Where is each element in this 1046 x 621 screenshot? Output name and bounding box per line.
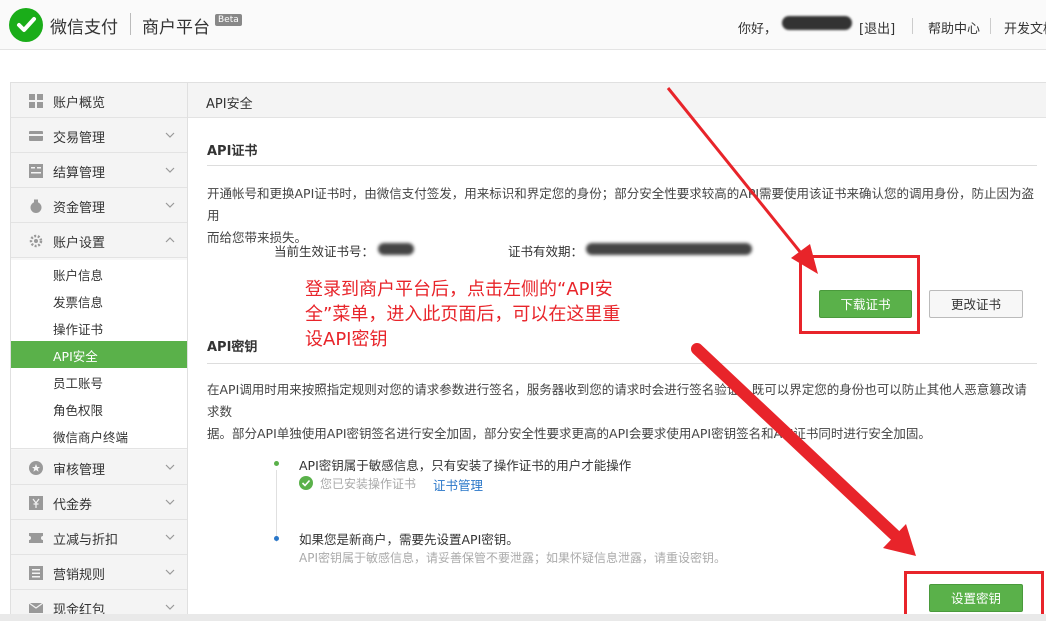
redacted-cert-validity: [586, 243, 752, 255]
sidebar-item-label: 账户设置: [53, 236, 106, 251]
current-cert-label: 当前生效证书号：: [274, 244, 375, 259]
ticket-icon: [29, 533, 43, 543]
chevron-down-icon: [165, 499, 175, 505]
chevron-down-icon: [165, 604, 175, 610]
sidebar-item-marketing-rules[interactable]: 营销规则: [11, 555, 187, 590]
chevron-down-icon: [165, 167, 175, 173]
top-header: 微信支付 商户平台 Beta 你好， [退出] 帮助中心 开发文档: [0, 0, 1046, 50]
cert-desc-line: 开通帐号和更换API证书时，由微信支付签发，用来标识和界定您的身份；部分安全性要…: [207, 186, 1035, 223]
platform-name: 商户平台: [142, 18, 210, 38]
header-divider: [912, 18, 913, 34]
sidebar-item-label: 营销规则: [53, 568, 106, 583]
annotation-line: 设API密钥: [305, 329, 388, 350]
yen-icon: [29, 496, 43, 510]
sidebar-subitem-label: 微信商户终端: [53, 430, 129, 445]
highlight-box-download: [799, 255, 920, 334]
step1-title: API密钥属于敏感信息，只有安装了操作证书的用户才能操作: [299, 458, 632, 473]
sidebar-subitem-label: 发票信息: [53, 295, 104, 310]
sidebar-item-label: 账户概览: [53, 96, 106, 111]
chevron-down-icon: [165, 569, 175, 575]
page-title: API安全: [206, 97, 253, 112]
sidebar-item-review[interactable]: 审核管理: [11, 450, 187, 485]
help-center-link[interactable]: 帮助中心: [928, 18, 980, 37]
chevron-up-icon: [165, 237, 175, 243]
ledger-icon: [29, 164, 43, 178]
key-desc-line: 在API调用时用来按照指定规则对您的请求参数进行签名，服务器收到您的请求时会进行…: [207, 382, 1027, 419]
wechat-pay-logo-icon: [9, 8, 43, 42]
redacted-cert-number: [378, 243, 414, 255]
step2-note: API密钥属于敏感信息，请妥善保管不要泄露；如果怀疑信息泄露，请重设密钥。: [299, 551, 726, 565]
envelope-icon: [29, 602, 43, 613]
beta-badge: Beta: [215, 14, 242, 26]
sidebar-subitem-label: 账户信息: [53, 268, 104, 283]
annotation-text: 登录到商户平台后，点击左侧的“API安 全”菜单，进入此页面后，可以在这里重 设…: [305, 277, 675, 352]
chevron-down-icon: [165, 132, 175, 138]
check-circle-icon: [299, 476, 313, 490]
sidebar-subitem-role-permissions[interactable]: 角色权限: [11, 395, 187, 422]
sidebar-subitem-invoice-info[interactable]: 发票信息: [11, 287, 187, 314]
sidebar-item-transactions[interactable]: 交易管理: [11, 118, 187, 153]
section-divider: [207, 165, 1037, 166]
sidebar-item-label: 审核管理: [53, 463, 106, 478]
chevron-down-icon: [165, 464, 175, 470]
sidebar-subitem-label: 员工账号: [53, 376, 104, 391]
redacted-username: [782, 16, 852, 30]
sidebar-subitem-label: 角色权限: [53, 403, 104, 418]
sidebar-subitem-api-security[interactable]: API安全: [11, 341, 187, 368]
sidebar-item-settlement[interactable]: 结算管理: [11, 153, 187, 188]
chevron-down-icon: [165, 534, 175, 540]
step2-title: 如果您是新商户，需要先设置API密钥。: [299, 532, 519, 547]
money-bag-icon: [30, 199, 42, 213]
chevron-down-icon: [165, 202, 175, 208]
cert-section-title: API证书: [207, 144, 258, 159]
section-divider: [207, 363, 1037, 364]
step1-status: 您已安装操作证书: [320, 477, 417, 491]
sidebar-item-label: 资金管理: [53, 201, 106, 216]
timeline-dot-done: [274, 461, 279, 466]
sidebar-item-label: 交易管理: [53, 131, 106, 146]
sidebar-item-overview[interactable]: 账户概览: [11, 83, 187, 118]
highlight-box-set-key: [904, 571, 1044, 619]
brand-name: 微信支付: [50, 18, 118, 38]
annotation-line: 登录到商户平台后，点击左侧的“API安: [305, 279, 613, 300]
sidebar-subitem-account-info[interactable]: 账户信息: [11, 260, 187, 287]
sidebar-item-funds[interactable]: 资金管理: [11, 188, 187, 223]
change-cert-button[interactable]: 更改证书: [929, 290, 1023, 318]
logout-link[interactable]: [退出]: [859, 18, 895, 37]
timeline-dot-current: [274, 536, 279, 541]
annotation-line: 全”菜单，进入此页面后，可以在这里重: [305, 304, 621, 325]
sidebar-item-account-settings[interactable]: 账户设置: [11, 223, 187, 258]
list-icon: [29, 566, 43, 580]
greeting: 你好，: [738, 22, 778, 37]
page-header: API安全: [188, 83, 1046, 118]
cert-description: 开通帐号和更换API证书时，由微信支付签发，用来标识和界定您的身份；部分安全性要…: [207, 183, 1037, 249]
sidebar-subitem-staff-accounts[interactable]: 员工账号: [11, 368, 187, 395]
brand-divider: [130, 13, 131, 35]
sidebar-subitem-label: 操作证书: [53, 322, 104, 337]
grid-icon: [29, 94, 43, 108]
dev-docs-link[interactable]: 开发文档: [1004, 18, 1046, 37]
key-description: 在API调用时用来按照指定规则对您的请求参数进行签名，服务器收到您的请求时会进行…: [207, 379, 1037, 445]
timeline-line: [276, 470, 277, 542]
horizontal-scrollbar[interactable]: [0, 614, 1046, 621]
key-section-title: API密钥: [207, 340, 258, 355]
sidebar-item-label: 结算管理: [53, 166, 106, 181]
sidebar-subitem-operation-cert[interactable]: 操作证书: [11, 314, 187, 341]
sidebar-subitem-merchant-terminal[interactable]: 微信商户终端: [11, 422, 187, 449]
sidebar: 账户概览 交易管理 结算管理 资金管理 账户设置 账户信息 发票信息 操作证书 …: [10, 82, 188, 621]
card-icon: [29, 131, 43, 141]
sidebar-item-label: 立减与折扣: [53, 533, 119, 548]
sidebar-item-label: 代金券: [53, 498, 93, 513]
header-divider: [990, 18, 991, 34]
key-desc-line: 据。部分API单独使用API密钥签名进行安全加固，部分安全性要求更高的API会要…: [207, 426, 931, 441]
star-badge-icon: [29, 461, 43, 475]
sidebar-item-coupons[interactable]: 代金券: [11, 485, 187, 520]
cert-validity-label: 证书有效期：: [508, 244, 584, 259]
cert-manage-link[interactable]: 证书管理: [433, 475, 483, 494]
sidebar-subitem-label: API安全: [53, 349, 98, 364]
sidebar-item-discounts[interactable]: 立减与折扣: [11, 520, 187, 555]
gear-icon: [29, 234, 43, 248]
